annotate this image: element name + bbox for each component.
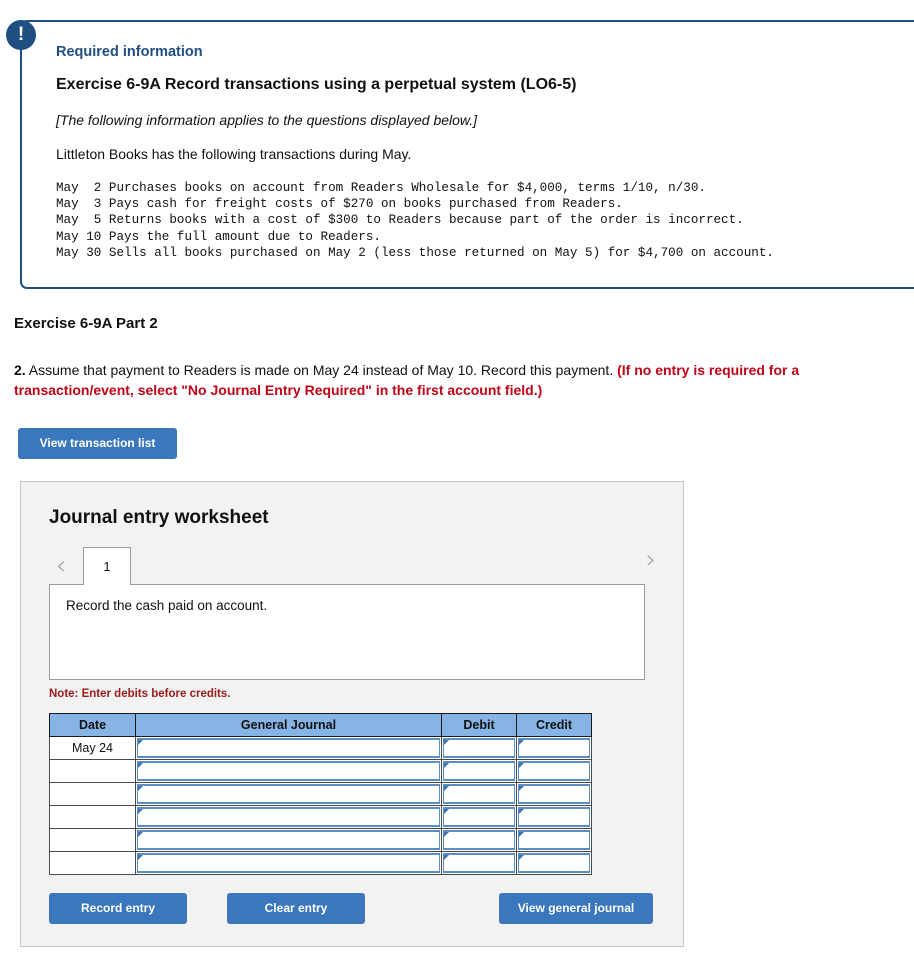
general-journal-input[interactable] [137,807,440,828]
debit-input[interactable] [443,853,515,874]
chevron-left-icon[interactable]: ‹ [49,553,73,585]
table-header-row: Date General Journal Debit Credit [49,713,592,738]
debit-cell [441,759,517,784]
table-row [49,759,592,784]
general-journal-input[interactable] [137,784,440,805]
credit-cell [516,782,592,807]
table-row [49,805,592,830]
lead-in-text: Littleton Books has the following transa… [56,146,412,162]
callout-body: Required information Exercise 6-9A Recor… [20,20,914,290]
general-journal-cell [135,805,442,830]
date-cell[interactable] [49,805,136,830]
required-information-label: Required information [56,44,203,60]
credit-input[interactable] [518,738,590,759]
debit-input[interactable] [443,784,515,805]
general-journal-cell [135,782,442,807]
credit-cell [516,828,592,853]
table-row [49,828,592,853]
date-cell[interactable] [49,851,136,876]
record-entry-button[interactable]: Record entry [49,893,187,925]
column-header-credit: Credit [516,713,592,738]
general-journal-cell [135,851,442,876]
credit-input[interactable] [518,761,590,782]
worksheet-actions: Record entry Clear entry View general jo… [49,893,653,925]
date-cell[interactable] [49,759,136,784]
debit-input[interactable] [443,761,515,782]
credit-input[interactable] [518,784,590,805]
exercise-title: Exercise 6-9A Record transactions using … [56,76,577,93]
table-row [49,782,592,807]
worksheet-title: Journal entry worksheet [49,507,269,529]
credit-cell [516,759,592,784]
clear-entry-button[interactable]: Clear entry [227,893,365,925]
credit-cell [516,805,592,830]
table-row: May 24 [49,736,592,761]
journal-entry-worksheet: Journal entry worksheet ‹ 1 › Record the… [20,481,684,948]
view-general-journal-button[interactable]: View general journal [499,893,653,925]
credit-input[interactable] [518,807,590,828]
date-cell[interactable] [49,828,136,853]
worksheet-tab-1[interactable]: 1 [83,547,131,586]
debit-input[interactable] [443,807,515,828]
view-transaction-list-button[interactable]: View transaction list [18,428,177,460]
debit-cell [441,736,517,761]
question-number: 2. [14,362,26,379]
question-black-text: Assume that payment to Readers is made o… [25,362,618,379]
credit-input[interactable] [518,853,590,874]
credit-cell [516,736,592,761]
general-journal-input[interactable] [137,761,440,782]
general-journal-cell [135,759,442,784]
applies-note: [The following information applies to th… [56,112,478,128]
debit-input[interactable] [443,738,515,759]
exclamation-icon: ! [6,20,36,50]
debit-cell [441,805,517,830]
general-journal-input[interactable] [137,830,440,851]
transactions-list: May 2 Purchases books on account from Re… [56,181,774,260]
worksheet-tabstrip: ‹ 1 › [49,545,663,586]
column-header-debit: Debit [441,713,517,738]
worksheet-instruction-panel: Record the cash paid on account. [49,584,645,681]
credit-input[interactable] [518,830,590,851]
part-heading: Exercise 6-9A Part 2 [14,315,158,333]
journal-entry-table: Date General Journal Debit Credit May 24 [49,713,592,876]
debit-cell [441,851,517,876]
question-text: 2. Assume that payment to Readers is mad… [14,360,900,400]
debit-cell [441,828,517,853]
general-journal-input[interactable] [137,853,440,874]
date-cell[interactable] [49,782,136,807]
chevron-right-icon[interactable]: › [639,547,663,579]
debit-input[interactable] [443,830,515,851]
column-header-date: Date [49,713,136,738]
table-row [49,851,592,876]
credit-cell [516,851,592,876]
required-information-callout: ! Required information Exercise 6-9A Rec… [0,0,914,290]
date-cell[interactable]: May 24 [49,736,136,761]
debits-before-credits-note: Note: Enter debits before credits. [49,688,231,701]
general-journal-cell [135,736,442,761]
general-journal-cell [135,828,442,853]
debit-cell [441,782,517,807]
column-header-general-journal: General Journal [135,713,442,738]
general-journal-input[interactable] [137,738,440,759]
